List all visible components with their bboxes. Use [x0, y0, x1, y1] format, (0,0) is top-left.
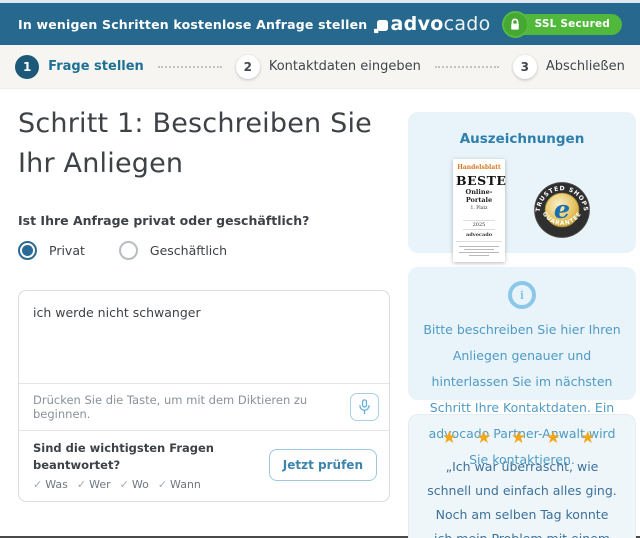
awards-badges: Handelsblatt BESTE Online-Portale 1. Pla… — [408, 159, 636, 262]
info-icon: i — [508, 281, 536, 309]
step-1-label: Frage stellen — [48, 59, 144, 74]
handelsblatt-headline: BESTE — [456, 173, 507, 188]
testimonial-quote: „Ich war überrascht, wie schnell und ein… — [427, 459, 617, 538]
microphone-button[interactable] — [349, 393, 379, 421]
jetzt-pruefen-button[interactable]: Jetzt prüfen — [268, 449, 377, 482]
progress-stepper: 1 Frage stellen 2 Kontaktdaten eingeben … — [0, 45, 640, 89]
check-item-wann: ✓ Wann — [157, 477, 201, 491]
dictation-hint: Drücken Sie die Taste, um mit dem Diktie… — [33, 393, 308, 421]
step-2-label: Kontaktdaten eingeben — [268, 59, 421, 74]
step-connector — [157, 65, 222, 68]
step-1-frage-stellen[interactable]: 1 Frage stellen — [15, 54, 144, 79]
handelsblatt-year: 2025 — [462, 220, 496, 230]
questions-check-list: ✓ Was ✓ Wer ✓ Wo ✓ Wann — [33, 478, 243, 491]
questions-check-text: Sind die wichtigsten Fragen beantwortet?… — [33, 440, 243, 491]
advocado-logo[interactable]: advocado — [373, 12, 491, 35]
dictation-row: Drücken Sie die Taste, um mit dem Diktie… — [19, 383, 389, 430]
radio-privat-control[interactable] — [18, 241, 37, 260]
header: In wenigen Schritten kostenlose Anfrage … — [0, 3, 640, 45]
microphone-icon — [358, 399, 371, 415]
info-box-card: i Bitte beschreiben Sie hier Ihren Anlie… — [408, 267, 636, 467]
anliegen-card: ich werde nicht schwanger Drücken Sie di… — [18, 290, 390, 502]
step-connector — [434, 65, 499, 68]
check-icon: ✓ — [76, 477, 87, 491]
check-item-was: ✓ Was — [33, 477, 68, 491]
step-1-circle: 1 — [15, 54, 40, 79]
step-3-abschliessen[interactable]: 3 Abschließen — [512, 54, 625, 79]
check-icon: ✓ — [33, 477, 43, 491]
ssl-secured-badge: SSL Secured — [501, 10, 622, 38]
handelsblatt-brand: Handelsblatt — [457, 164, 501, 171]
info-sidebar: Auszeichnungen Handelsblatt BESTE Online… — [408, 112, 636, 538]
radio-geschaeftlich[interactable]: Geschäftlich — [118, 241, 228, 260]
type-radio-group: Privat Geschäftlich — [18, 241, 390, 260]
awards-card: Auszeichnungen Handelsblatt BESTE Online… — [408, 112, 636, 262]
trusted-shops-badge: e TRUSTED SHOPS GUARANTEE — [533, 181, 591, 239]
lock-icon — [501, 10, 529, 38]
testimonial-card: ★ ★ ★ ★ ★ „Ich war überrascht, wie schne… — [408, 414, 636, 538]
check-icon: ✓ — [157, 477, 168, 491]
check-item-wer: ✓ Wer — [76, 477, 111, 491]
step-2-kontaktdaten[interactable]: 2 Kontaktdaten eingeben — [235, 54, 421, 79]
handelsblatt-rank: 1. Platz — [470, 206, 488, 211]
anliegen-textarea[interactable]: ich werde nicht schwanger — [19, 291, 389, 383]
header-right: advocado SSL Secured — [373, 10, 622, 38]
radio-geschaeftlich-label: Geschäftlich — [149, 243, 228, 258]
questions-check-section: Sind die wichtigsten Fragen beantwortet?… — [19, 430, 389, 501]
page-content: Schritt 1: Beschreiben Sie Ihr Anliegen … — [0, 89, 640, 538]
step-3-label: Abschließen — [545, 59, 625, 74]
handelsblatt-subline: Online-Portale — [465, 188, 493, 204]
check-icon: ✓ — [119, 477, 129, 491]
radio-privat-label: Privat — [49, 243, 85, 258]
logo-text: advocado — [390, 12, 491, 35]
form-column: Schritt 1: Beschreiben Sie Ihr Anliegen … — [18, 89, 402, 538]
type-question-label: Ist Ihre Anfrage privat oder geschäftlic… — [18, 213, 310, 228]
radio-privat[interactable]: Privat — [18, 241, 85, 260]
five-star-rating: ★ ★ ★ ★ ★ — [441, 428, 603, 448]
handelsblatt-fineprint — [456, 241, 502, 256]
handelsblatt-award-badge: Handelsblatt BESTE Online-Portale 1. Pla… — [453, 159, 507, 262]
header-tagline: In wenigen Schritten kostenlose Anfrage … — [18, 16, 368, 32]
step-2-circle: 2 — [235, 54, 260, 79]
handelsblatt-winner: advocado — [465, 232, 493, 238]
check-item-wo: ✓ Wo — [119, 477, 149, 491]
step-3-circle: 3 — [512, 54, 537, 79]
advocado-logo-icon — [373, 19, 388, 34]
page-title: Schritt 1: Beschreiben Sie Ihr Anliegen — [18, 108, 372, 179]
awards-title: Auszeichnungen — [459, 131, 585, 147]
radio-geschaeftlich-control[interactable] — [118, 241, 138, 260]
questions-check-title: Sind die wichtigsten Fragen beantwortet? — [33, 441, 214, 473]
